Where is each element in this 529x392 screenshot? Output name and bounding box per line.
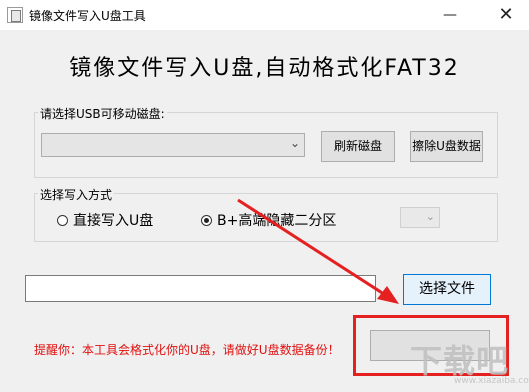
watermark-url: www.xiazaiba.com [454,376,529,386]
watermark: 下载吧 www.xiazaiba.com [410,336,529,390]
annotation-arrow [237,198,399,304]
